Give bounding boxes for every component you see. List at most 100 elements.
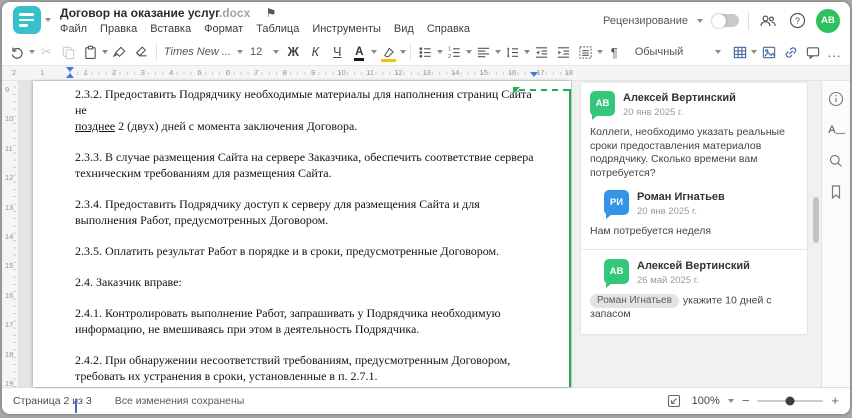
paragraph-2-3-3: 2.3.3. В случае размещения Сайта на серв… [75,150,534,180]
font-size-select[interactable]: 12 [247,41,282,63]
comment-author: Роман Игнатьев [637,191,725,203]
zoom-caret-icon[interactable] [727,399,734,403]
undo-dropdown-caret-icon[interactable] [29,50,35,54]
app-logo-icon[interactable] [13,6,41,34]
insert-link-button[interactable] [780,41,801,63]
paragraph-text: 2.3.2. Предоставить Подрядчику необходим… [75,87,532,117]
menu-format[interactable]: Формат [204,23,243,35]
align-button[interactable] [473,41,494,63]
info-icon[interactable] [826,89,846,109]
insert-table-button[interactable] [729,41,750,63]
text-cursor [75,399,77,413]
format-painter-button[interactable] [109,41,130,63]
font-name-caret-icon [237,50,244,54]
bold-button[interactable]: Ж [283,41,304,63]
ruler-number: 5 [197,68,202,77]
logo-dropdown-caret-icon[interactable] [45,18,51,22]
menu-file[interactable]: Файл [60,23,87,35]
copy-button[interactable] [58,41,79,63]
paragraph-2-3-4: 2.3.4. Предоставить Подрядчику доступ к … [75,197,480,227]
spellcheck-icon[interactable]: А ﹏ [826,120,846,140]
formatting-marks-button[interactable]: ¶ [604,41,625,63]
zoom-out-button[interactable]: − [742,394,750,407]
paragraph-2-4-1: 2.4.1. Контролировать выполнение Работ, … [75,306,501,336]
menu-insert[interactable]: Вставка [150,23,191,35]
ruler-number: 3 [140,68,145,77]
indent-marker-left[interactable] [66,67,74,78]
underline-button[interactable]: Ч [327,41,348,63]
mention-chip: Роман Игнатьев [590,293,679,308]
font-name-select[interactable]: Times New ... [161,41,246,63]
numbered-list-caret-icon[interactable] [465,50,472,54]
ruler-number: 11 [366,68,374,77]
comment-thread[interactable]: АВ Алексей Вертинский 20 янв 2025 г. Кол… [581,83,807,334]
document-title-text: Договор на оказание услуг [60,6,219,20]
paragraph-borders-button[interactable] [575,41,596,63]
toolbar-more-button[interactable]: ... [824,41,845,63]
help-icon[interactable]: ? [787,11,807,31]
ruler-number: 2 [112,68,117,77]
comments-scrollbar[interactable] [813,81,820,387]
horizontal-ruler[interactable]: 2 1 1 2 3 4 5 6 7 8 9 10 11 12 13 14 15 16 17 18 [2,66,850,81]
menu-table[interactable]: Таблица [256,23,299,35]
comment-button[interactable] [802,41,823,63]
undo-button[interactable] [7,41,28,63]
zoom-slider[interactable] [757,396,824,406]
bullet-list-caret-icon[interactable] [436,50,443,54]
clear-style-button[interactable] [131,41,152,63]
font-color-button[interactable]: А [349,41,370,63]
flag-icon[interactable]: ⚑ [266,6,277,20]
align-caret-icon[interactable] [494,50,501,54]
user-avatar[interactable]: АВ [816,8,840,33]
scrollbar-thumb[interactable] [813,197,819,243]
insert-table-caret-icon[interactable] [751,50,758,54]
collaborators-icon[interactable] [758,11,778,31]
line-spacing-caret-icon[interactable] [523,50,530,54]
app-window: Договор на оказание услуг.docx ⚑ Файл Пр… [2,2,850,414]
numbered-list-button[interactable]: 12 [444,41,465,63]
ruler-number: 12 [5,173,14,183]
content-area: 9 10 11 12 13 14 15 16 17 18 19 2.3.2. Предоставит… [2,81,850,413]
bookmark-icon[interactable] [826,182,846,202]
commented-text[interactable]: позднее [75,119,115,133]
ruler-number: 17 [5,320,14,330]
menu-tools[interactable]: Инструменты [312,23,381,35]
comment-header: АВ Алексей Вертинский 20 янв 2025 г. [590,91,798,120]
bullet-list-button[interactable] [415,41,436,63]
insert-image-button[interactable] [758,41,779,63]
line-spacing-button[interactable] [502,41,523,63]
font-size-value: 12 [250,46,263,58]
fit-page-icon[interactable] [664,391,684,411]
review-mode-label[interactable]: Рецензирование [603,15,688,27]
cut-button[interactable]: ✂ [36,41,57,63]
zoom-in-button[interactable]: + [831,394,839,407]
zoom-slider-knob[interactable] [785,396,795,406]
review-dropdown-caret-icon[interactable] [697,18,703,23]
ruler-number: 7 [254,68,259,77]
menu-help[interactable]: Справка [427,23,470,35]
search-icon[interactable] [826,151,846,171]
menu-edit[interactable]: Правка [100,23,137,35]
ruler-number: 15 [5,261,14,271]
indent-marker-right[interactable] [530,72,538,77]
highlight-button[interactable] [378,41,399,63]
document-page[interactable]: 2.3.2. Предоставить Подрядчику необходим… [33,81,571,413]
menu-view[interactable]: Вид [394,23,414,35]
paragraph-2-3-5: 2.3.5. Оплатить результат Работ в порядк… [75,244,500,258]
zoom-value[interactable]: 100% [692,395,720,407]
toggle-knob[interactable] [712,13,726,28]
vertical-ruler[interactable]: 9 10 11 12 13 14 15 16 17 18 19 [2,81,19,388]
italic-button[interactable]: К [305,41,326,63]
font-color-caret-icon[interactable] [370,50,377,54]
paste-dropdown-caret-icon[interactable] [102,50,108,54]
style-select[interactable]: Обычный [632,41,724,63]
paragraph-borders-caret-icon[interactable] [596,50,603,54]
right-sidebar: А ﹏ [821,81,850,387]
toolbar-divider [156,43,157,61]
zoom-controls: 100% − + [664,391,839,411]
review-toggle[interactable] [712,13,739,28]
paste-button[interactable] [80,41,101,63]
increase-indent-button[interactable] [553,41,574,63]
highlight-caret-icon[interactable] [399,50,406,54]
decrease-indent-button[interactable] [531,41,552,63]
